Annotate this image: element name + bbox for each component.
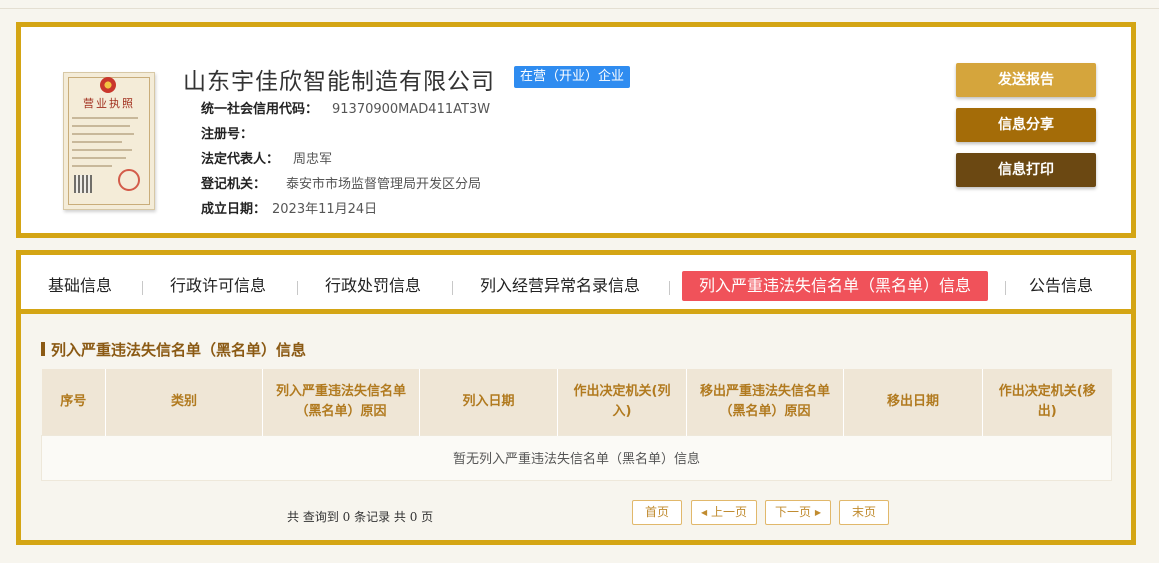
tab-blacklist[interactable]: 列入严重违法失信名单（黑名单）信息 [682, 271, 989, 301]
blacklist-table: 序号 类别 列入严重违法失信名单（黑名单）原因 列入日期 作出决定机关(列入) … [41, 369, 1112, 481]
column-header: 列入日期 [419, 369, 558, 435]
triangle-right-icon: ▶ [814, 508, 821, 517]
info-label: 注册号： [201, 127, 254, 142]
business-license-image: 营业执照 [63, 72, 155, 210]
info-credit-code: 统一社会信用代码： 91370900MAD411AT3W [201, 98, 490, 117]
tab-announcements[interactable]: 公告信息 [1029, 271, 1093, 301]
table-header-row: 序号 类别 列入严重违法失信名单（黑名单）原因 列入日期 作出决定机关(列入) … [41, 369, 1112, 435]
info-value: 91370900MAD411AT3W [332, 102, 491, 117]
info-label: 统一社会信用代码： [201, 102, 319, 117]
license-title: 营业执照 [83, 97, 135, 110]
section-title-text: 列入严重违法失信名单（黑名单）信息 [51, 341, 307, 359]
next-page-label: 下一页 [775, 505, 812, 519]
table-row: 暂无列入严重违法失信名单（黑名单）信息 [41, 434, 1112, 481]
info-legal-representative: 法定代表人： 周忠军 [201, 148, 332, 167]
top-divider [0, 8, 1159, 9]
seal-icon [118, 169, 140, 191]
pagination-summary: 共 查询到 0 条记录 共 0 页 [287, 510, 434, 524]
company-card: 营业执照 山东宇佳欣智能制造有限公司 在营（开业）企业 统一社会信用代码： 913… [16, 22, 1136, 238]
last-page-button[interactable]: 末页 [839, 500, 889, 525]
qr-code-icon [74, 175, 92, 193]
tab-basic-info[interactable]: 基础信息 [48, 271, 112, 301]
tab-administrative-penalty[interactable]: 行政处罚信息 [325, 271, 421, 301]
info-established-date: 成立日期： 2023年11月24日 [201, 198, 377, 217]
send-report-button[interactable]: 发送报告 [956, 63, 1096, 97]
tab-abnormal-operation[interactable]: 列入经营异常名录信息 [480, 271, 640, 301]
status-badge: 在营（开业）企业 [514, 66, 631, 88]
tab-separator [297, 281, 298, 295]
tab-administrative-license[interactable]: 行政许可信息 [170, 271, 266, 301]
column-header: 列入严重违法失信名单（黑名单）原因 [262, 369, 420, 435]
company-name: 山东宇佳欣智能制造有限公司 [183, 69, 495, 95]
tab-separator [452, 281, 453, 295]
column-header: 移出严重违法失信名单（黑名单）原因 [686, 369, 844, 435]
section-marker [41, 342, 45, 356]
empty-message: 暂无列入严重违法失信名单（黑名单）信息 [41, 434, 1112, 481]
tab-separator [669, 281, 670, 295]
share-info-button[interactable]: 信息分享 [956, 108, 1096, 142]
info-label: 登记机关： [201, 177, 267, 192]
info-label: 法定代表人： [201, 152, 280, 167]
prev-page-label: 上一页 [710, 505, 747, 519]
column-header: 序号 [41, 369, 106, 435]
info-registration-number: 注册号： [201, 123, 267, 142]
tab-separator [142, 281, 143, 295]
prev-page-button[interactable]: ◀ 上一页 [691, 500, 757, 525]
column-header: 移出日期 [843, 369, 983, 435]
info-label: 成立日期： [201, 202, 267, 217]
print-info-button[interactable]: 信息打印 [956, 153, 1096, 187]
info-value: 2023年11月24日 [272, 202, 378, 217]
triangle-left-icon: ◀ [701, 508, 708, 517]
national-emblem-icon [100, 77, 116, 93]
next-page-button[interactable]: 下一页 ▶ [765, 500, 831, 525]
column-header: 作出决定机关(列入) [557, 369, 687, 435]
info-registration-authority: 登记机关： 泰安市市场监督管理局开发区分局 [201, 173, 481, 192]
info-value: 泰安市市场监督管理局开发区分局 [286, 177, 482, 192]
info-value: 周忠军 [293, 152, 333, 167]
section-title: 列入严重违法失信名单（黑名单）信息 [41, 339, 306, 360]
tab-bar: 基础信息 行政许可信息 行政处罚信息 列入经营异常名录信息 列入严重违法失信名单… [21, 255, 1131, 314]
column-header: 作出决定机关(移出) [982, 369, 1112, 435]
column-header: 类别 [105, 369, 263, 435]
info-tabs-panel: 基础信息 行政许可信息 行政处罚信息 列入经营异常名录信息 列入严重违法失信名单… [16, 250, 1136, 545]
first-page-button[interactable]: 首页 [632, 500, 682, 525]
tab-separator [1005, 281, 1006, 295]
